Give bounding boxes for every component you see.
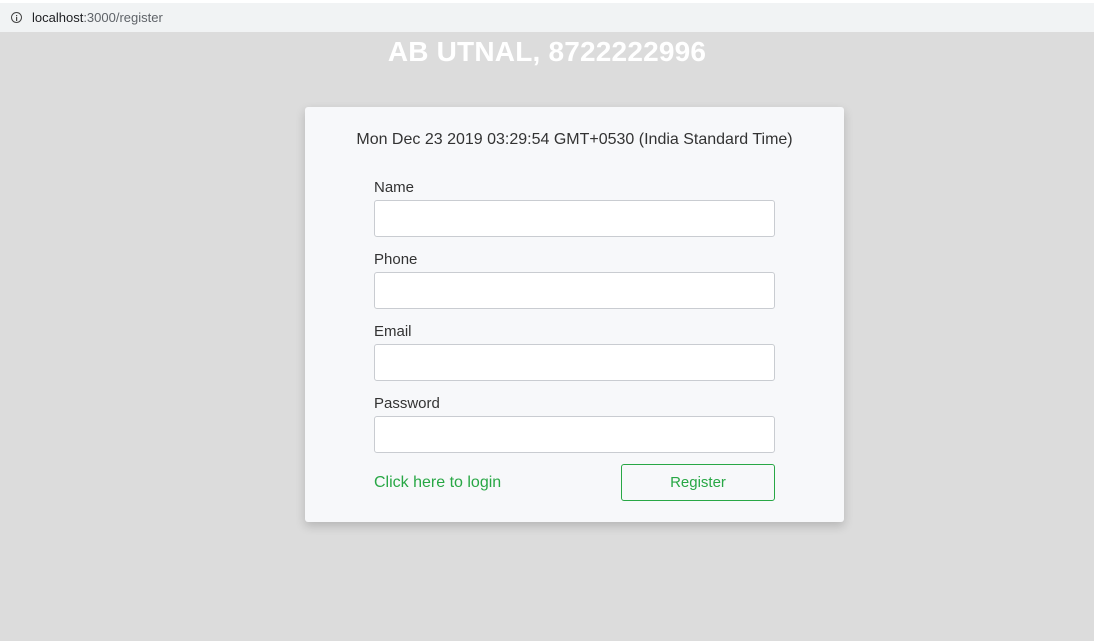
phone-field[interactable]: [374, 272, 775, 309]
email-label: Email: [374, 323, 412, 340]
password-field[interactable]: [374, 416, 775, 453]
url-host: localhost: [32, 10, 84, 25]
url-path: :3000/register: [83, 10, 163, 25]
password-label: Password: [374, 395, 440, 412]
name-field[interactable]: [374, 200, 775, 237]
phone-label: Phone: [374, 251, 418, 268]
register-card: Mon Dec 23 2019 03:29:54 GMT+0530 (India…: [305, 107, 844, 522]
timestamp: Mon Dec 23 2019 03:29:54 GMT+0530 (India…: [356, 131, 793, 148]
name-label: Name: [374, 179, 415, 196]
url-text[interactable]: localhost:3000/register: [32, 10, 163, 25]
register-button[interactable]: Register: [621, 464, 775, 501]
email-field[interactable]: [374, 344, 775, 381]
info-icon[interactable]: [11, 12, 22, 23]
address-bar[interactable]: localhost:3000/register: [0, 3, 1094, 32]
login-link[interactable]: Click here to login: [374, 474, 501, 492]
page-title: AB UTNAL, 8722222996: [387, 36, 707, 67]
